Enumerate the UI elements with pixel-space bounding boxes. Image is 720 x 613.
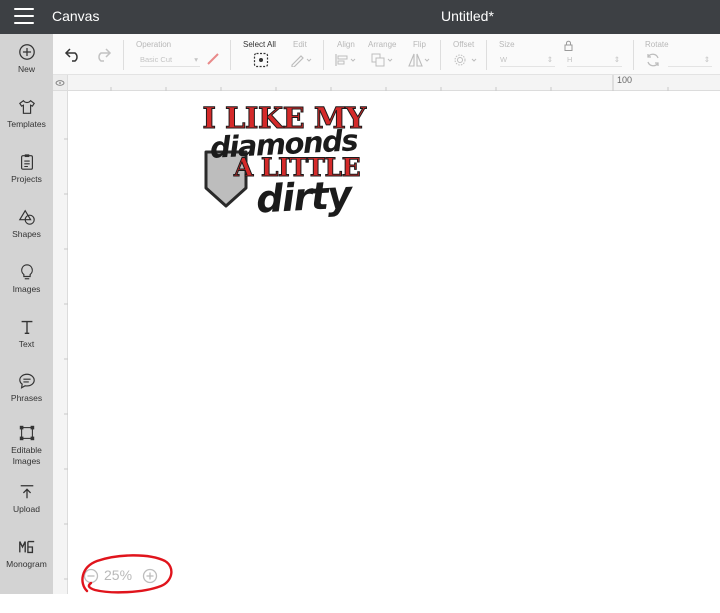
- sidebar-item-editable-images[interactable]: Editable Images: [0, 424, 53, 467]
- toolbar-divider: [633, 40, 634, 70]
- flip-icon[interactable]: [408, 53, 432, 67]
- clipboard-icon: [20, 154, 33, 170]
- sidebar-item-label: Templates: [7, 119, 46, 129]
- left-sidebar: New Templates Projects Shapes Images Tex…: [0, 34, 53, 594]
- sidebar-item-new[interactable]: New: [0, 43, 53, 75]
- ruler-marker-label: 100: [617, 75, 633, 85]
- sidebar-item-label: Shapes: [12, 229, 41, 239]
- undo-icon[interactable]: [64, 46, 82, 62]
- flip-label: Flip: [413, 40, 426, 49]
- select-all-label: Select All: [243, 40, 276, 49]
- sidebar-item-label: Upload: [13, 504, 40, 514]
- shirt-icon: [18, 99, 35, 114]
- toolbar-divider: [486, 40, 487, 70]
- offset-icon[interactable]: [453, 53, 479, 67]
- align-label: Align: [337, 40, 355, 49]
- stepper-icon: ⇕: [703, 55, 710, 64]
- annotation-circle: [81, 554, 173, 594]
- sidebar-item-label: Monogram: [6, 559, 47, 569]
- upload-icon: [20, 485, 33, 499]
- offset-label: Offset: [453, 40, 475, 49]
- left-ruler-ticks: [64, 138, 68, 580]
- sidebar-item-text[interactable]: Text: [0, 318, 53, 350]
- top-bar: Canvas Untitled*: [0, 0, 720, 34]
- toolbar-divider: [323, 40, 324, 70]
- sidebar-item-phrases[interactable]: Phrases: [0, 372, 53, 404]
- width-label: W: [500, 55, 508, 64]
- edit-toolbar: Operation Basic Cut ▾ Select All Edit Al…: [53, 34, 720, 75]
- sidebar-item-label: Editable: [11, 445, 42, 455]
- arrange-label: Arrange: [368, 40, 397, 49]
- left-ruler: [53, 91, 68, 594]
- chevron-down-icon: ▾: [194, 55, 198, 64]
- sidebar-item-label: Phrases: [10, 393, 43, 403]
- plus-circle-icon: [18, 44, 35, 60]
- sidebar-item-shapes[interactable]: Shapes: [0, 208, 53, 240]
- height-label: H: [567, 55, 573, 64]
- operation-value: Basic Cut: [140, 55, 173, 64]
- toolbar-divider: [123, 40, 124, 70]
- rotate-label: Rotate: [645, 40, 669, 49]
- monogram-icon: [18, 540, 34, 554]
- eye-icon: [55, 80, 65, 86]
- width-field[interactable]: W ⇕: [500, 55, 555, 67]
- size-label: Size: [499, 40, 515, 49]
- hamburger-menu-icon[interactable]: [14, 8, 34, 24]
- sidebar-item-label: New: [17, 64, 35, 74]
- shapes-icon: [18, 209, 35, 225]
- design-canvas[interactable]: [69, 92, 720, 594]
- sidebar-item-label: Images: [12, 284, 41, 294]
- design-text-line4: dirty: [255, 172, 355, 221]
- lock-icon[interactable]: [564, 40, 573, 51]
- sidebar-item-monogram[interactable]: Monogram: [0, 538, 53, 570]
- align-icon[interactable]: [334, 53, 358, 67]
- operation-select[interactable]: Basic Cut ▾: [140, 55, 200, 67]
- height-field[interactable]: H ⇕: [567, 55, 622, 67]
- toolbar-divider: [230, 40, 231, 70]
- app-title: Canvas: [52, 8, 100, 24]
- sidebar-item-label: Projects: [11, 174, 42, 184]
- sidebar-item-label: Text: [18, 339, 35, 349]
- document-title[interactable]: Untitled*: [441, 8, 494, 24]
- stepper-icon: ⇕: [546, 55, 553, 64]
- sidebar-item-projects[interactable]: Projects: [0, 153, 53, 185]
- edit-label: Edit: [293, 40, 307, 49]
- design-image[interactable]: I LIKE MY diamonds A LITTLE dirty: [200, 98, 370, 226]
- speech-bubble-icon: [18, 373, 35, 389]
- stepper-icon: ⇕: [613, 55, 620, 64]
- select-all-icon[interactable]: [253, 52, 269, 68]
- rotate-field[interactable]: ⇕: [668, 55, 712, 67]
- sidebar-item-label-line2: Images: [12, 456, 41, 466]
- editable-images-icon: [19, 425, 34, 441]
- sidebar-item-images[interactable]: Images: [0, 263, 53, 295]
- sidebar-item-upload[interactable]: Upload: [0, 483, 53, 515]
- toolbar-divider: [440, 40, 441, 70]
- rotate-icon[interactable]: [645, 52, 661, 68]
- operation-label: Operation: [136, 40, 172, 49]
- text-icon: [21, 320, 32, 334]
- lightbulb-icon: [20, 264, 33, 280]
- ruler-corner[interactable]: [53, 75, 68, 91]
- arrange-icon[interactable]: [371, 53, 395, 67]
- redo-icon[interactable]: [94, 46, 112, 62]
- pen-color-icon[interactable]: [206, 52, 220, 66]
- sidebar-item-templates[interactable]: Templates: [0, 98, 53, 130]
- edit-pencil-icon[interactable]: [290, 53, 312, 67]
